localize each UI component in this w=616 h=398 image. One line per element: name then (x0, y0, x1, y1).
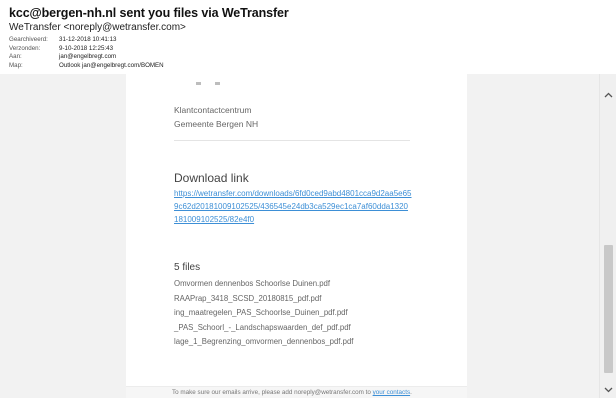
file-item: Omvormen dennenbos Schoorlse Duinen.pdf (174, 279, 331, 288)
download-link[interactable]: https://wetransfer.com/downloads/6fd0ced… (174, 187, 412, 226)
file-item: RAAPrap_3418_SCSD_20180815_pdf.pdf (174, 293, 322, 303)
file-list: Omvormen dennenbos Schoorlse Duinen.pdf … (174, 277, 353, 350)
meta-value: 9-10-2018 12:25:43 (59, 44, 114, 52)
divider (174, 140, 410, 141)
org-line: Gemeente Bergen NH (174, 118, 259, 129)
chevron-up-icon[interactable] (600, 86, 616, 103)
email-card-content: Klantcontactcentrum Gemeente Bergen NH D… (126, 74, 467, 386)
footer-period: . (410, 389, 412, 396)
sender-organization: Klantcontactcentrum Gemeente Bergen NH (174, 104, 258, 131)
meta-key: Gearchiveerd: (9, 36, 48, 43)
email-footer: To make sure our emails arrive, please a… (126, 386, 467, 398)
file-item: ing_maatregelen_PAS_Schoorlse_Duinen_pdf… (174, 308, 348, 317)
meta-row-archived: Gearchiveerd: 31-12-2018 10:41:13 (9, 36, 616, 45)
cropped-text-line (196, 74, 236, 85)
contacts-link[interactable]: your contacts (373, 389, 410, 396)
email-meta: Gearchiveerd: 31-12-2018 10:41:13 Verzon… (9, 36, 616, 70)
meta-value: 31-12-2018 10:41:13 (59, 36, 117, 43)
email-header: kcc@bergen-nh.nl sent you files via WeTr… (0, 0, 616, 74)
meta-key: Aan: (9, 53, 22, 61)
email-sender[interactable]: WeTransfer <noreply@wetransfer.com> (9, 21, 616, 34)
scrollbar-thumb[interactable] (604, 245, 613, 373)
file-item: lage_1_Begrenzing_omvormen_dennenbos_pdf… (174, 337, 354, 346)
file-item: _PAS_Schoorl_-_Landschapswaarden_def_pdf… (174, 322, 351, 332)
vertical-scrollbar[interactable] (599, 74, 616, 398)
meta-key: Map: (9, 61, 23, 69)
email-card: Klantcontactcentrum Gemeente Bergen NH D… (126, 74, 467, 398)
files-count-title: 5 files (174, 262, 201, 273)
meta-value[interactable]: jan@engelbregt.com (59, 53, 116, 62)
email-body-viewer[interactable]: Klantcontactcentrum Gemeente Bergen NH D… (0, 74, 616, 398)
download-title: Download link (174, 171, 249, 185)
org-line: Klantcontactcentrum (174, 105, 252, 115)
meta-key: Verzonden: (9, 44, 41, 52)
footer-text: To make sure our emails arrive, please a… (172, 389, 371, 396)
chevron-down-icon[interactable] (600, 381, 616, 398)
email-subject: kcc@bergen-nh.nl sent you files via WeTr… (9, 6, 289, 20)
meta-value: Outlook jan@engelbregt.com/BOMEN (59, 61, 164, 69)
meta-row-folder: Map: Outlook jan@engelbregt.com/BOMEN (9, 62, 616, 71)
meta-row-to: Aan: jan@engelbregt.com (9, 53, 616, 62)
meta-row-sent: Verzonden: 9-10-2018 12:25:43 (9, 45, 616, 54)
